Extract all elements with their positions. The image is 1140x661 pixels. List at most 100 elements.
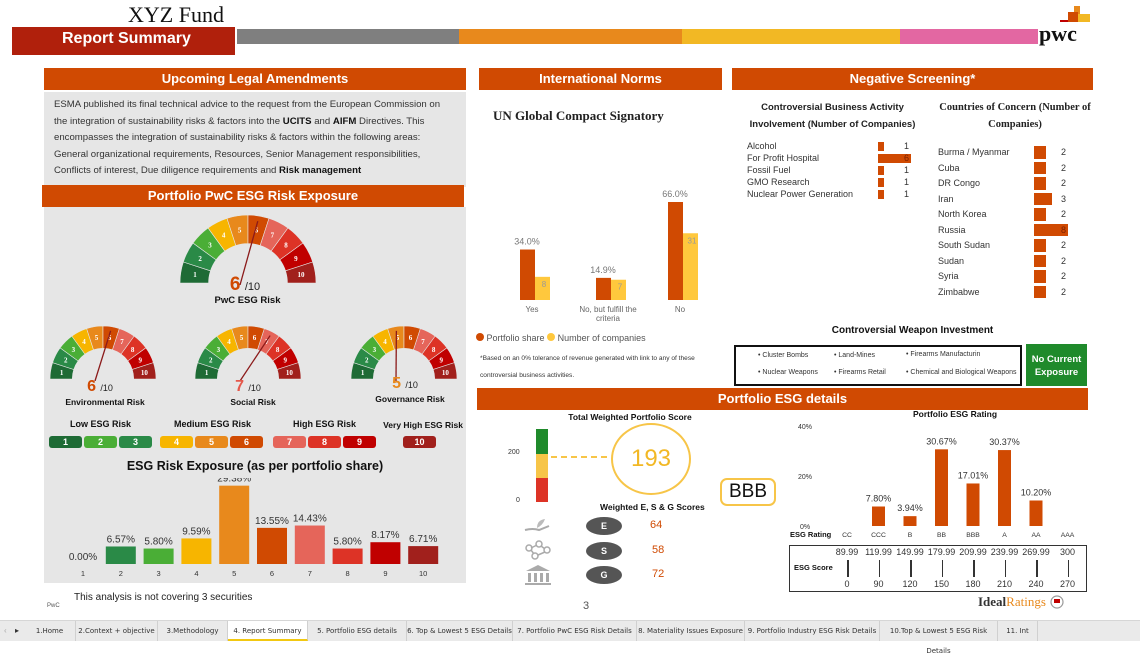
exposure-bar-label: 6.57% [107,534,135,545]
screening-row-label: Russia [938,225,966,235]
gauge-gov-max: /10 [405,380,418,390]
scale-cell-6: 6 [230,436,263,448]
tab-9-portfolio-industry-esg-risk-details[interactable]: 9. Portfolio Industry ESG Risk Details [745,621,880,641]
legend-number-companies: Number of companies [558,333,646,343]
risk-exposure-header: Portfolio PwC ESG Risk Exposure [42,185,464,207]
gauge-tick-label: 10 [298,271,306,279]
score-upper-value: 300 [1048,547,1088,557]
exposure-bar [144,549,174,564]
tab-4-report-summary[interactable]: 4. Report Summary [228,621,308,641]
tab-scroll-right-icon[interactable]: ▸ [15,621,19,641]
un-bar-count-label: 8 [542,280,547,289]
gauge-social-risk: 12345678910 [193,323,303,381]
gauge-tick-label: 5 [240,334,244,342]
screening-row-bar [878,190,884,199]
score-tick [879,560,881,577]
exposure-bar-label: 5.80% [144,537,172,548]
tab-11-int[interactable]: 11. Int [998,621,1038,641]
pillar-badge-s: S [586,542,622,560]
gauge-tick-label: 4 [222,232,226,240]
tab-10-top-lowest-5-esg-risk-details[interactable]: 10.Top & Lowest 5 ESG Risk Details [880,621,998,641]
screening-row-value: 1 [904,189,909,199]
weapon-item: • Land-Mines [834,352,875,359]
header-stripe-yellow [682,29,900,44]
activity-list: Alcohol1For Profit Hospital6Fossil Fuel1… [747,141,917,201]
gauge-tick-label: 9 [284,356,288,364]
score-axis-200: 200 [508,449,520,456]
tab-6-top-lowest-5-esg-details[interactable]: 6. Top & Lowest 5 ESG Details [407,621,513,641]
scale-cell-5: 5 [195,436,228,448]
header-stripe-gray [237,29,459,44]
rating-bar-label: 30.67% [926,436,957,446]
gauge-tick-label: 9 [294,255,298,263]
tab-8-materiality-issues-exposure[interactable]: 8. Materiality Issues Exposure [637,621,745,641]
gauge-tick-label: 5 [238,226,242,234]
un-bar-portfolio-share [596,278,611,300]
idealratings-text-2: Ratings [1006,594,1046,609]
weapon-item: • Firearms Retail [834,369,886,376]
rating-bar [904,516,917,526]
gauge-tick-label: 1 [60,369,64,377]
exposure-bar-label: 0.00% [69,552,97,563]
exposure-category-label: 4 [194,569,198,578]
screening-row: South Sudan2 [938,238,1078,254]
score-tick [847,560,849,577]
un-compact-chart: 34.0%8Yes14.9%7No, but fulfill thecriter… [480,180,725,330]
gauge-tick-label: 5 [95,334,99,342]
gauge-tick-label: 8 [276,346,280,354]
screening-row-value: 1 [904,177,909,187]
screening-row: Sudan2 [938,254,1078,270]
screening-row-label: DR Congo [938,178,980,188]
rating-bar-label: 30.37% [989,437,1020,447]
scale-medium-title: Medium ESG Risk [160,419,265,429]
exposure-bar-label: 8.17% [371,530,399,541]
legal-text-bold: Risk management [279,165,361,176]
exposure-bar-label: 9.59% [182,526,210,537]
rating-bar-label: 7.80% [866,494,892,504]
scale-cell-7: 7 [273,436,306,448]
un-bar-label: 34.0% [514,237,540,247]
un-bar-count-label: 7 [618,283,623,292]
rating-category-label: BBB [966,532,980,539]
pwc-logo-text: pwc [1039,21,1077,47]
scale-cell-10: 10 [403,436,436,448]
gauge-tick-label: 4 [227,338,231,346]
gauge-tick-label: 10 [442,369,450,377]
gauge-tick-label: 9 [440,356,444,364]
score-band-green [536,429,548,454]
rating-bar [998,450,1011,526]
screening-row: GMO Research1 [747,177,917,189]
legal-text: ESMA published its final technical advic… [44,92,466,187]
score-dash-line [551,456,607,458]
tab-3-methodology[interactable]: 3.Methodology [158,621,228,641]
screening-row-label: Cuba [938,163,960,173]
gauge-tick-label: 10 [286,369,294,377]
pillar-row-g: G 72 [520,564,720,586]
screening-row-value: 2 [1061,256,1066,266]
pillar-score-s: 58 [652,544,664,556]
tab-2-context-objective[interactable]: 2.Context + objective [76,621,158,641]
tab-5-portfolio-esg-details[interactable]: 5. Portfolio ESG details [308,621,407,641]
gauge-env-max: /10 [100,383,113,393]
exposure-category-label: 1 [81,569,85,578]
header-stripe-orange [459,29,682,44]
header-stripe-pink [900,29,1038,44]
tab-scroll-left-icon[interactable]: ‹ [4,621,7,641]
exposure-bar [106,546,136,564]
countries-title: Countries of Concern (Number of Companie… [935,99,1095,133]
tab-1-home[interactable]: 1.Home [24,621,76,641]
rating-bar-label: 3.94% [897,503,923,513]
score-tick [942,560,944,577]
rating-bar [1030,501,1043,527]
tab-7-portfolio-pwc-esg-risk-details[interactable]: 7. Portfolio PwC ESG Risk Details [513,621,637,641]
gauge-tick-label: 3 [217,346,221,354]
screening-row-value: 2 [1061,240,1066,250]
scale-low-title: Low ESG Risk [48,419,153,429]
exposure-bar [257,528,287,564]
exposure-bar [408,546,438,564]
score-lower-value: 270 [1048,579,1088,589]
screening-row: DR Congo2 [938,176,1078,192]
score-tick [1068,560,1070,577]
gauge-tick-label: 8 [284,242,288,250]
screening-row: Cuba2 [938,161,1078,177]
